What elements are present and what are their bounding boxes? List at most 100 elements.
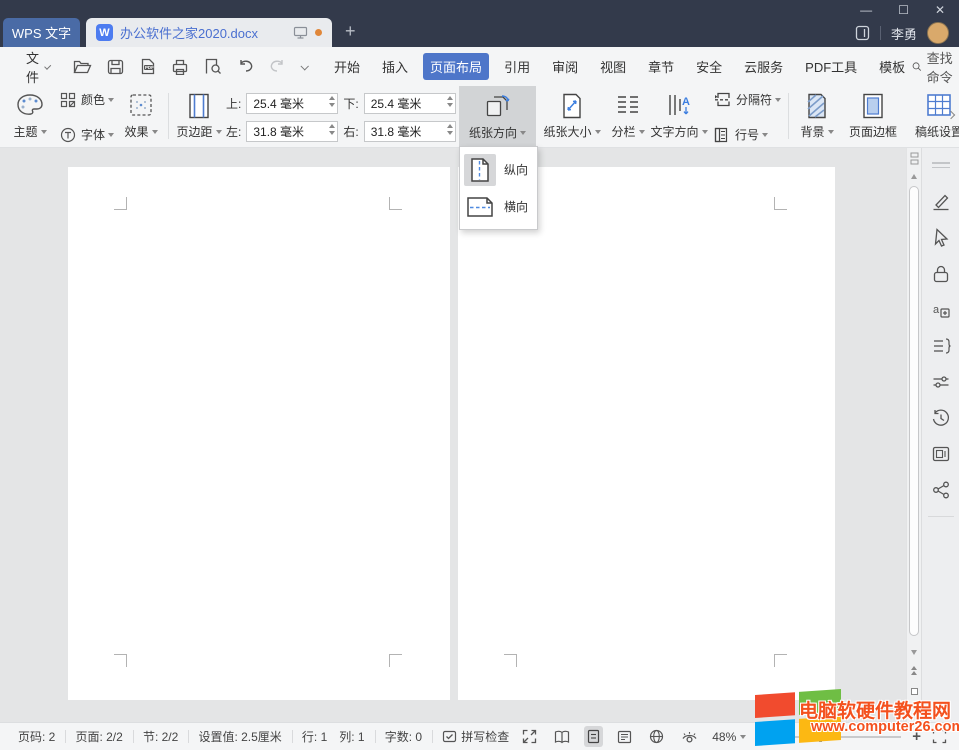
wps-app-button[interactable]: WPS 文字 (3, 18, 80, 47)
margin-top-input[interactable] (246, 93, 338, 114)
redo-icon[interactable] (269, 59, 286, 74)
zoom-level-button[interactable]: 48% (712, 730, 746, 744)
save-icon[interactable] (107, 59, 124, 75)
margin-corner-mark (389, 654, 402, 667)
share-to-monitor-icon[interactable] (293, 26, 308, 39)
chevron-down-icon (828, 130, 834, 134)
status-word-count[interactable]: 字数: 0 (375, 728, 432, 745)
fonts-button[interactable]: 字体 (60, 126, 118, 143)
background-button[interactable]: 背景 (794, 89, 840, 145)
page-border-button[interactable]: 页面边框 (842, 89, 904, 145)
avatar[interactable] (927, 22, 949, 44)
tab-cloud[interactable]: 云服务 (737, 53, 790, 80)
paper-orientation-button[interactable]: 纸张方向 (459, 86, 536, 146)
spinner[interactable] (329, 96, 335, 107)
effects-button[interactable]: 效果 (118, 89, 164, 145)
scrollbar-thumb[interactable] (909, 186, 919, 636)
document-page-2[interactable] (458, 167, 835, 700)
minimize-button[interactable]: — (860, 4, 872, 16)
sidebar-drag-handle[interactable] (932, 162, 950, 168)
status-row-column[interactable]: 行: 1 列: 1 (292, 728, 375, 745)
scroll-down-arrow-icon[interactable] (911, 650, 917, 655)
margins-button[interactable]: 页边距 (174, 89, 224, 145)
paper-size-button[interactable]: 纸张大小 (542, 89, 602, 145)
spell-check-button[interactable]: 拼写检查 (432, 728, 519, 745)
translate-icon[interactable]: a (931, 300, 951, 320)
chevron-down-icon (639, 130, 645, 134)
previous-page-button[interactable] (911, 666, 917, 675)
scroll-up-arrow-icon[interactable] (911, 174, 917, 179)
text-direction-button[interactable]: A 文字方向 (648, 89, 710, 145)
undo-icon[interactable] (237, 59, 254, 74)
zoom-in-button[interactable]: + (912, 728, 921, 745)
settings-sliders-icon[interactable] (931, 372, 951, 392)
fit-page-icon[interactable] (932, 729, 947, 744)
sidebar-toggle-icon[interactable] (855, 25, 870, 41)
new-tab-button[interactable]: + (345, 22, 356, 40)
zoom-slider[interactable] (783, 736, 901, 738)
tab-page-layout[interactable]: 页面布局 (423, 53, 489, 80)
maximize-button[interactable]: ☐ (898, 4, 909, 16)
spell-check-label: 拼写检查 (461, 728, 509, 745)
outline-view-icon[interactable] (614, 727, 635, 747)
customize-toolbar-chevron-icon[interactable] (300, 62, 308, 70)
columns-button[interactable]: 分栏 (606, 89, 650, 145)
user-name[interactable]: 李勇 (891, 24, 917, 43)
breaks-button[interactable]: 分隔符 (714, 91, 784, 108)
vertical-scrollbar[interactable] (906, 148, 921, 722)
read-layout-icon[interactable] (551, 727, 573, 747)
cursor-icon[interactable] (931, 228, 951, 248)
share-icon[interactable] (931, 480, 951, 500)
orientation-portrait-item[interactable]: 纵向 (464, 151, 533, 188)
margin-right-input[interactable] (364, 121, 456, 142)
zoom-level-value: 48% (712, 730, 736, 744)
zoom-out-button[interactable]: — (757, 728, 772, 745)
spinner[interactable] (447, 124, 453, 135)
open-file-icon[interactable] (73, 59, 92, 75)
document-page-1[interactable] (68, 167, 450, 700)
margin-bottom-input[interactable] (364, 93, 456, 114)
print-layout-icon[interactable] (584, 726, 603, 747)
tab-section[interactable]: 章节 (641, 53, 681, 80)
select-browse-object-button[interactable] (911, 688, 918, 695)
margin-left-input[interactable] (246, 121, 338, 142)
status-section[interactable]: 节: 2/2 (133, 728, 188, 745)
tab-review[interactable]: 审阅 (545, 53, 585, 80)
eye-protection-icon[interactable] (678, 727, 701, 747)
tab-templates[interactable]: 模板 (872, 53, 912, 80)
status-setting[interactable]: 设置值: 2.5厘米 (188, 728, 291, 745)
theme-button[interactable]: 主题 (6, 89, 54, 145)
fullscreen-view-icon[interactable] (519, 726, 540, 747)
zoom-slider-thumb[interactable] (819, 732, 822, 742)
outline-pane-icon[interactable] (931, 336, 951, 356)
print-preview-icon[interactable] (204, 58, 222, 75)
colors-button[interactable]: 颜色 (60, 91, 118, 108)
lock-icon[interactable] (931, 264, 951, 284)
export-pdf-icon[interactable]: PDF (139, 58, 156, 75)
tab-pdf-tools[interactable]: PDF工具 (798, 53, 864, 80)
spinner[interactable] (329, 124, 335, 135)
edit-pen-icon[interactable] (931, 192, 951, 212)
line-numbers-button[interactable]: 行号 (714, 126, 784, 143)
tab-references[interactable]: 引用 (497, 53, 537, 80)
spinner[interactable] (447, 96, 453, 107)
tab-insert[interactable]: 插入 (375, 53, 415, 80)
tab-home[interactable]: 开始 (327, 53, 367, 80)
close-button[interactable]: ✕ (935, 4, 945, 16)
document-area[interactable] (0, 148, 906, 722)
web-layout-icon[interactable] (646, 726, 667, 747)
find-command-search[interactable]: 查找命令 (912, 48, 959, 86)
history-icon[interactable] (931, 408, 951, 428)
file-menu[interactable]: 文件 (26, 48, 49, 86)
tab-view[interactable]: 视图 (593, 53, 633, 80)
chevron-down-icon (740, 735, 746, 739)
navigation-pane-icon[interactable] (931, 444, 951, 464)
status-page[interactable]: 页面: 2/2 (65, 728, 132, 745)
tab-security[interactable]: 安全 (689, 53, 729, 80)
page-border-icon (861, 93, 885, 119)
document-tab[interactable]: W 办公软件之家2020.docx (86, 18, 332, 47)
ruler-toggle-icon[interactable] (909, 152, 920, 165)
print-icon[interactable] (171, 59, 189, 75)
status-page-number[interactable]: 页码: 2 (8, 728, 65, 745)
orientation-landscape-item[interactable]: 横向 (464, 188, 533, 225)
